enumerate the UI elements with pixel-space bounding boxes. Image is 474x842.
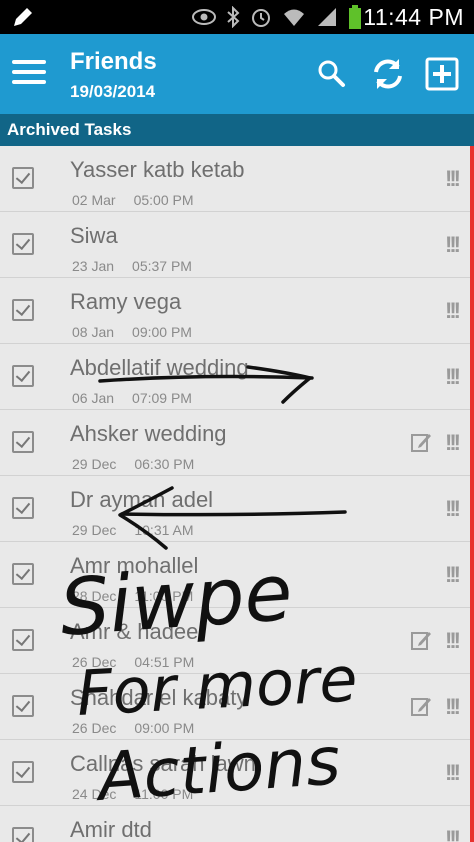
- task-datetime: 23 Jan 05:37 PM: [72, 258, 192, 274]
- sync-icon[interactable]: [368, 54, 408, 94]
- bluetooth-icon: [227, 6, 240, 28]
- task-row[interactable]: Siwa 23 Jan 05:37 PM!!!: [0, 212, 474, 278]
- task-time: 06:30 PM: [134, 456, 195, 472]
- task-name: Amir dtd: [70, 817, 152, 842]
- priority-icon[interactable]: !!!: [445, 562, 461, 588]
- task-row[interactable]: Abdellatif wedding 06 Jan 07:09 PM!!!: [0, 344, 474, 410]
- task-checkbox[interactable]: [12, 761, 34, 783]
- app-bar: Friends 19/03/2014: [0, 34, 474, 114]
- task-row[interactable]: Yasser katb ketab 02 Mar 05:00 PM!!!: [0, 146, 474, 212]
- task-datetime: 02 Mar 05:00 PM: [72, 192, 194, 208]
- task-checkbox[interactable]: [12, 299, 34, 321]
- priority-icon[interactable]: !!!: [445, 430, 461, 456]
- task-time: 11:00 PM: [134, 786, 194, 802]
- priority-icon[interactable]: !!!: [445, 628, 461, 654]
- priority-icon[interactable]: !!!: [445, 496, 461, 522]
- status-bar: 11:44 PM: [0, 0, 474, 34]
- task-name: Shahdar el kabaty: [70, 685, 248, 710]
- task-time: 05:37 PM: [132, 258, 192, 274]
- task-time: 05:00 PM: [133, 192, 194, 208]
- clock: 11:44 PM: [363, 4, 464, 30]
- battery-icon: [349, 5, 361, 29]
- page-title: Friends: [70, 48, 157, 75]
- priority-icon[interactable]: !!!: [445, 760, 461, 786]
- pencil-notification-icon: [14, 8, 32, 26]
- task-datetime: 26 Dec 04:51 PM: [72, 654, 194, 670]
- task-list[interactable]: Yasser katb ketab 02 Mar 05:00 PM!!! Siwa 23…: [0, 146, 474, 842]
- task-date: 08 Jan: [72, 324, 115, 340]
- priority-icon[interactable]: !!!: [445, 298, 461, 324]
- task-checkbox[interactable]: [12, 497, 34, 519]
- task-datetime: 26 Dec 09:00 PM: [72, 720, 194, 736]
- signal-icon: [318, 8, 336, 26]
- task-time: 11:00 PM: [134, 588, 194, 604]
- task-time: 07:09 PM: [132, 390, 192, 406]
- task-name: Callnas sarah lawn: [70, 751, 256, 776]
- task-datetime: 29 Dec 10:31 AM: [72, 522, 194, 538]
- task-name: Abdellatif wedding: [70, 355, 249, 380]
- task-name: Amr & hadeer: [70, 619, 206, 644]
- task-checkbox[interactable]: [12, 431, 34, 453]
- task-name: Amr mohallel: [70, 553, 199, 578]
- note-icon[interactable]: [410, 431, 432, 453]
- task-datetime: 06 Jan 07:09 PM: [72, 390, 192, 406]
- task-date: 29 Dec: [72, 522, 117, 538]
- task-row[interactable]: Amir dtd!!!: [0, 806, 474, 842]
- task-name: Siwa: [70, 223, 118, 248]
- task-time: 04:51 PM: [134, 654, 195, 670]
- task-date: 23 Jan: [72, 258, 115, 274]
- note-icon[interactable]: [410, 695, 432, 717]
- task-checkbox[interactable]: [12, 827, 34, 842]
- alarm-icon: [252, 9, 270, 27]
- task-row[interactable]: Callnas sarah lawn 24 Dec 11:00 PM!!!: [0, 740, 474, 806]
- priority-icon[interactable]: !!!: [445, 826, 461, 842]
- header-date: 19/03/2014: [70, 82, 156, 101]
- task-name: Dr ayman adel: [70, 487, 214, 512]
- task-row[interactable]: Amr mohallel 28 Dec 11:00 PM!!!: [0, 542, 474, 608]
- priority-icon[interactable]: !!!: [445, 166, 461, 192]
- menu-icon[interactable]: [12, 60, 46, 88]
- task-row[interactable]: Shahdar el kabaty 26 Dec 09:00 PM!!!: [0, 674, 474, 740]
- add-task-icon[interactable]: [422, 54, 462, 94]
- status-icons: [192, 5, 362, 29]
- task-datetime: 29 Dec 06:30 PM: [72, 456, 194, 472]
- wifi-icon: [284, 9, 304, 26]
- task-checkbox[interactable]: [12, 233, 34, 255]
- task-date: 06 Jan: [72, 390, 115, 406]
- task-name: Ahsker wedding: [70, 421, 227, 446]
- task-time: 09:00 PM: [132, 324, 192, 340]
- task-date: 26 Dec: [72, 654, 117, 670]
- task-time: 09:00 PM: [134, 720, 195, 736]
- task-date: 28 Dec: [72, 588, 117, 604]
- task-row[interactable]: Amr & hadeer 26 Dec 04:51 PM!!!: [0, 608, 474, 674]
- priority-icon[interactable]: !!!: [445, 364, 461, 390]
- priority-icon[interactable]: !!!: [445, 694, 461, 720]
- section-header: Archived Tasks: [0, 114, 474, 146]
- task-row[interactable]: Ahsker wedding 29 Dec 06:30 PM!!!: [0, 410, 474, 476]
- task-date: 26 Dec: [72, 720, 117, 736]
- task-date: 02 Mar: [72, 192, 116, 208]
- task-name: Ramy vega: [70, 289, 182, 314]
- task-date: 29 Dec: [72, 456, 117, 472]
- task-checkbox[interactable]: [12, 563, 34, 585]
- task-checkbox[interactable]: [12, 629, 34, 651]
- task-row[interactable]: Dr ayman adel 29 Dec 10:31 AM!!!: [0, 476, 474, 542]
- note-icon[interactable]: [410, 629, 432, 651]
- task-checkbox[interactable]: [12, 365, 34, 387]
- task-datetime: 28 Dec 11:00 PM: [72, 588, 193, 604]
- task-row[interactable]: Ramy vega 08 Jan 09:00 PM!!!: [0, 278, 474, 344]
- task-checkbox[interactable]: [12, 167, 34, 189]
- task-name: Yasser katb ketab: [70, 157, 245, 182]
- task-checkbox[interactable]: [12, 695, 34, 717]
- task-datetime: 24 Dec 11:00 PM: [72, 786, 193, 802]
- task-time: 10:31 AM: [134, 522, 194, 538]
- task-date: 24 Dec: [72, 786, 117, 802]
- task-datetime: 08 Jan 09:00 PM: [72, 324, 192, 340]
- accent-bar: [470, 146, 474, 842]
- search-icon[interactable]: [312, 54, 352, 94]
- eye-icon: [192, 9, 216, 25]
- priority-icon[interactable]: !!!: [445, 232, 461, 258]
